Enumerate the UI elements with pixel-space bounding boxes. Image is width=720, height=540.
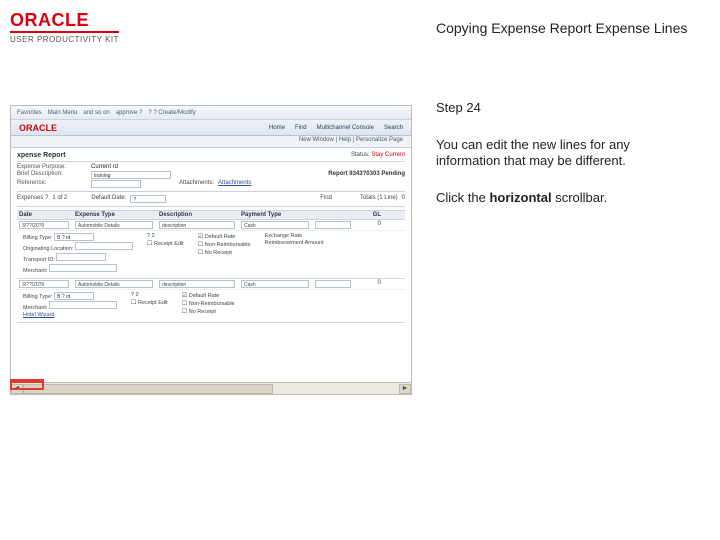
- menubar-item: ? ? Create/Modify: [148, 110, 195, 116]
- type-cell[interactable]: Automobile Details: [75, 221, 153, 229]
- scrollbar-track[interactable]: [23, 384, 399, 394]
- menubar-item: Main Menu: [48, 110, 78, 116]
- screenshot-body: xpense Report Status: Stay Current Expen…: [11, 148, 411, 327]
- menubar-item: and so on: [83, 110, 109, 116]
- billing-type-field[interactable]: B ? rd: [54, 292, 94, 300]
- merchant-label: Merchant:: [23, 305, 47, 311]
- para2-pre: Click the: [436, 190, 489, 205]
- default-date-field[interactable]: ?: [130, 195, 166, 203]
- scroll-left-arrow-icon[interactable]: ◄: [11, 384, 23, 394]
- merchant-label: Merchant:: [23, 268, 47, 274]
- para2-post: scrollbar.: [552, 190, 608, 205]
- status-value: Stay Current: [371, 152, 405, 158]
- col-desc: Description: [157, 211, 237, 219]
- report-center: Report 9343?0303 Pending: [328, 171, 405, 179]
- col-gl: GL: [355, 211, 383, 219]
- toolbar-item: Multichannel Console: [317, 125, 374, 131]
- col-pay: Payment Type: [239, 211, 311, 219]
- transport-field[interactable]: [56, 253, 106, 261]
- brand-block: ORACLE USER PRODUCTIVITY KIT: [10, 10, 416, 45]
- find-label[interactable]: Find: [320, 195, 332, 203]
- exchange-rate-label: Exchange Rate: [265, 233, 324, 239]
- attach-label: Attachments:: [179, 180, 214, 188]
- brand-product: USER PRODUCTIVITY KIT: [10, 31, 119, 44]
- desc-field[interactable]: training: [91, 171, 171, 179]
- pay-cell[interactable]: Cash: [241, 221, 309, 229]
- scrollbar-thumb[interactable]: [23, 384, 273, 394]
- brand-name: ORACLE: [10, 10, 416, 31]
- expenses-label: Expenses ?: [17, 195, 48, 203]
- menubar-item: Favorites: [17, 110, 42, 116]
- instruction-paragraph-2: Click the horizontal scrollbar.: [436, 190, 696, 206]
- non-reimb-check[interactable]: Non-Reimbursable: [182, 300, 235, 307]
- topic-title: Copying Expense Report Expense Lines: [436, 20, 700, 36]
- screenshot-menubar: Favorites Main Menu and so on approve ? …: [11, 106, 411, 120]
- col-type: Expense Type: [73, 211, 155, 219]
- col-date: Date: [17, 211, 71, 219]
- originating-field[interactable]: [75, 242, 133, 250]
- screenshot-mock: Favorites Main Menu and so on approve ? …: [10, 105, 412, 395]
- screenshot-subbar: New Window | Help | Personalize Page: [11, 136, 411, 148]
- blank-cell[interactable]: [315, 221, 351, 229]
- toolbar-brand: ORACLE: [19, 123, 57, 133]
- blank-cell[interactable]: [315, 280, 351, 288]
- transport-label: Transport ID:: [23, 257, 55, 263]
- purpose-value: Current rd: [91, 164, 118, 170]
- reimb-amt-label: Reimbursement Amount: [265, 240, 324, 246]
- ref-label: Reference:: [17, 180, 87, 188]
- default-rate-check[interactable]: Default Rate: [182, 292, 235, 299]
- ref-field[interactable]: [91, 180, 141, 188]
- originating-label: Originating Location:: [23, 246, 73, 252]
- non-reimb-check[interactable]: Non-Reimbursable: [198, 241, 251, 248]
- receipt-edit-check[interactable]: Receipt Edit: [147, 240, 184, 247]
- totals-value: 0: [402, 195, 405, 203]
- instruction-paragraph-1: You can edit the new lines for any infor…: [436, 137, 696, 170]
- col-blank: [313, 211, 353, 219]
- report-title-left: xpense Report: [17, 152, 66, 159]
- attachments-link[interactable]: Attachments: [218, 180, 251, 188]
- horizontal-scrollbar[interactable]: ◄ ►: [11, 382, 411, 394]
- expenses-count: 1 of 2: [52, 195, 67, 203]
- billing-type-label: Billing Type:: [23, 235, 53, 241]
- date-cell[interactable]: 3/??/20?0: [19, 221, 69, 229]
- scroll-right-arrow-icon[interactable]: ►: [399, 384, 411, 394]
- table-row: 3/??/20?0 Automobile Details description…: [17, 279, 405, 290]
- toolbar-item: Home: [269, 125, 285, 131]
- menubar-item: approve ?: [116, 110, 143, 116]
- merchant-field[interactable]: [49, 264, 117, 272]
- table-row: 3/??/20?0 Automobile Details description…: [17, 220, 405, 231]
- gl-cell: 0: [355, 279, 383, 289]
- detail-panel: Billing Type: B ? rd Originating Locatio…: [17, 231, 405, 279]
- totals-label: Totals (1 Line): [360, 195, 398, 203]
- status-label: Status:: [351, 152, 370, 158]
- hotel-wizard-link[interactable]: Hotel Wizard: [23, 312, 117, 318]
- toolbar-item: Search: [384, 125, 403, 131]
- no-receipt-check[interactable]: No Receipt: [182, 308, 235, 315]
- billing-type-label: Billing Type:: [23, 294, 53, 300]
- screenshot-toolbar: ORACLE Home Find Multichannel Console Se…: [11, 120, 411, 136]
- miles-value: ? 2: [131, 292, 168, 298]
- receipt-edit-check[interactable]: Receipt Edit: [131, 299, 168, 306]
- detail-panel: Billing Type: B ? rd Merchant: Hotel Wiz…: [17, 290, 405, 323]
- billing-type-field[interactable]: B ? rd: [54, 233, 94, 241]
- step-number: Step 24: [436, 100, 700, 115]
- desc-cell[interactable]: description: [159, 280, 235, 288]
- type-cell[interactable]: Automobile Details: [75, 280, 153, 288]
- pay-cell[interactable]: Cash: [241, 280, 309, 288]
- default-rate-check[interactable]: Default Rate: [198, 233, 251, 240]
- gl-cell: 0: [355, 220, 383, 230]
- no-receipt-check[interactable]: No Receipt: [198, 249, 251, 256]
- default-date-label: Default Date:: [91, 195, 126, 203]
- desc-cell[interactable]: description: [159, 221, 235, 229]
- date-cell[interactable]: 3/??/20?0: [19, 280, 69, 288]
- toolbar-item: Find: [295, 125, 307, 131]
- columns-header: Date Expense Type Description Payment Ty…: [17, 210, 405, 220]
- purpose-label: Expense Purpose:: [17, 164, 87, 170]
- para2-bold: horizontal: [489, 190, 551, 205]
- merchant-field[interactable]: [49, 301, 117, 309]
- desc-label: Brief Description:: [17, 171, 87, 179]
- miles-value: ? 2: [147, 233, 184, 239]
